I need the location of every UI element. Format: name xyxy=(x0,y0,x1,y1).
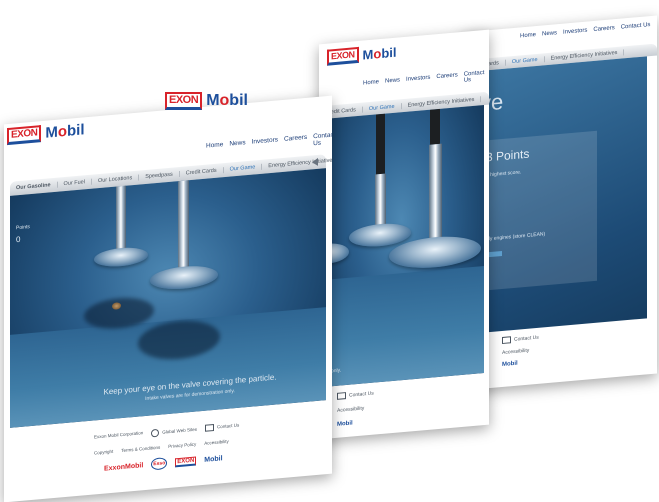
front-screenshot: EXON Mobil Home News Investors Careers C… xyxy=(4,95,332,502)
tab-our-game[interactable]: Our Game xyxy=(223,163,263,174)
exxon-brand[interactable]: EXON xyxy=(175,456,197,467)
front-footer: Exxon Mobil Corporation Global Web Sites… xyxy=(94,422,239,476)
footer-contact-link[interactable]: Contact Us xyxy=(502,334,539,345)
game-stage: Points 0 Keep your eye on the valve cove… xyxy=(10,168,326,428)
valve-head[interactable] xyxy=(94,245,148,269)
game-stage: only. xyxy=(319,105,484,388)
top-nav: Home News Investors Careers Contact Us xyxy=(520,22,650,39)
nav-news[interactable]: News xyxy=(385,77,400,90)
speaker-icon[interactable] xyxy=(312,157,318,167)
tab-our-locations[interactable]: Our Locations xyxy=(91,174,140,185)
nav-contact-us[interactable]: Contact Us xyxy=(464,70,489,84)
footer-accessibility-link[interactable]: Accessibility xyxy=(502,347,539,356)
nav-home[interactable]: Home xyxy=(206,141,223,157)
nav-contact-us[interactable]: Contact Us xyxy=(621,22,651,31)
footer-terms-link[interactable]: Terms & Conditions xyxy=(121,445,160,453)
tab-our-game[interactable]: Our Game xyxy=(362,102,402,113)
top-nav: Home News Investors Careers Contact Us xyxy=(363,70,489,93)
game-stage: ve 3 Points e highest score. nly engines… xyxy=(462,56,647,335)
nav-news[interactable]: News xyxy=(542,30,557,37)
nav-careers[interactable]: Careers xyxy=(593,25,614,33)
footer-corporation-link[interactable]: Exxon Mobil Corporation xyxy=(94,430,143,442)
nav-home[interactable]: Home xyxy=(520,32,536,39)
mail-icon xyxy=(502,336,511,345)
exxonmobil-logo[interactable]: EXON Mobil xyxy=(327,44,396,66)
engine-text: nly engines (store CLEAN) xyxy=(486,231,546,243)
esso-brand[interactable]: Esso xyxy=(151,457,168,471)
tab-speedpass[interactable]: Speedpass xyxy=(139,170,180,181)
nav-investors[interactable]: Investors xyxy=(563,28,587,36)
mail-icon xyxy=(204,423,214,432)
mobil-brand[interactable]: Mobil xyxy=(204,455,222,464)
stage-floor xyxy=(319,265,484,388)
valve-head[interactable] xyxy=(150,263,218,292)
exxon-logo: EXON xyxy=(327,46,359,66)
header-exxonmobil-logo[interactable]: EXON Mobil xyxy=(165,92,248,110)
tab-our-gasoline[interactable]: Our Gasoline xyxy=(10,181,58,192)
nav-careers[interactable]: Careers xyxy=(436,72,457,86)
exxon-logo: EXON xyxy=(165,92,203,110)
middle-footer: Contact Us Accessibility Mobil xyxy=(337,390,374,428)
score-subtext: e highest score. xyxy=(486,169,522,179)
footer-mobil-brand[interactable]: Mobil xyxy=(502,359,539,368)
nav-careers[interactable]: Careers xyxy=(284,134,307,150)
back-screenshot: Home News Investors Careers Contact Us C… xyxy=(462,15,657,391)
points-label: Points xyxy=(16,224,30,232)
points-value: 0 xyxy=(16,234,21,245)
back-footer: Contact Us Accessibility Mobil xyxy=(502,334,539,368)
footer-accessibility-link[interactable]: Accessibility xyxy=(337,405,374,413)
valve-stem xyxy=(429,143,442,245)
valve-stem-top xyxy=(376,113,385,175)
footer-copyright-link[interactable]: Copyright xyxy=(94,449,113,456)
brand-logos: ExxonMobil Esso EXON Mobil xyxy=(104,451,239,475)
footer-contact-link[interactable]: Contact Us xyxy=(337,390,374,400)
top-nav: Home News Investors Careers Contact Us xyxy=(206,131,332,156)
mobil-logo: Mobil xyxy=(362,44,397,63)
valve-stem xyxy=(116,185,126,252)
exxonmobil-logo[interactable]: EXON Mobil xyxy=(7,121,85,146)
score-heading: 3 Points xyxy=(486,146,530,165)
nav-home[interactable]: Home xyxy=(363,79,379,92)
globe-icon xyxy=(151,428,160,438)
mobil-logo: Mobil xyxy=(206,92,248,109)
tab-credit-cards[interactable]: Credit Cards xyxy=(179,167,224,177)
nav-investors[interactable]: Investors xyxy=(406,75,430,89)
score-panel: 3 Points e highest score. nly engines (s… xyxy=(482,130,597,291)
footer-privacy-link[interactable]: Privacy Policy xyxy=(168,442,196,449)
valve-stem xyxy=(178,180,189,270)
nav-investors[interactable]: Investors xyxy=(252,136,278,152)
mobil-logo: Mobil xyxy=(45,121,85,142)
tab-our-fuel[interactable]: Our Fuel xyxy=(57,178,92,188)
nav-news[interactable]: News xyxy=(229,139,245,154)
middle-screenshot: EXON Mobil Home News Investors Careers C… xyxy=(319,29,489,440)
footer-contact-link[interactable]: Contact Us xyxy=(204,422,239,433)
valve-stem xyxy=(375,173,386,230)
footer-global-sites-link[interactable]: Global Web Sites xyxy=(151,425,197,438)
disclaimer-text: only. xyxy=(331,367,342,375)
exxon-logo: EXON xyxy=(7,125,42,146)
valve-stem-top xyxy=(430,108,440,145)
mail-icon xyxy=(337,392,346,400)
exxonmobil-brand[interactable]: ExxonMobil xyxy=(104,462,143,472)
tab-our-game[interactable]: Our Game xyxy=(505,56,545,66)
footer-accessibility-link[interactable]: Accessibility xyxy=(204,439,229,446)
footer-mobil-brand[interactable]: Mobil xyxy=(337,419,374,427)
nav-contact-us[interactable]: Contact Us xyxy=(313,131,332,147)
